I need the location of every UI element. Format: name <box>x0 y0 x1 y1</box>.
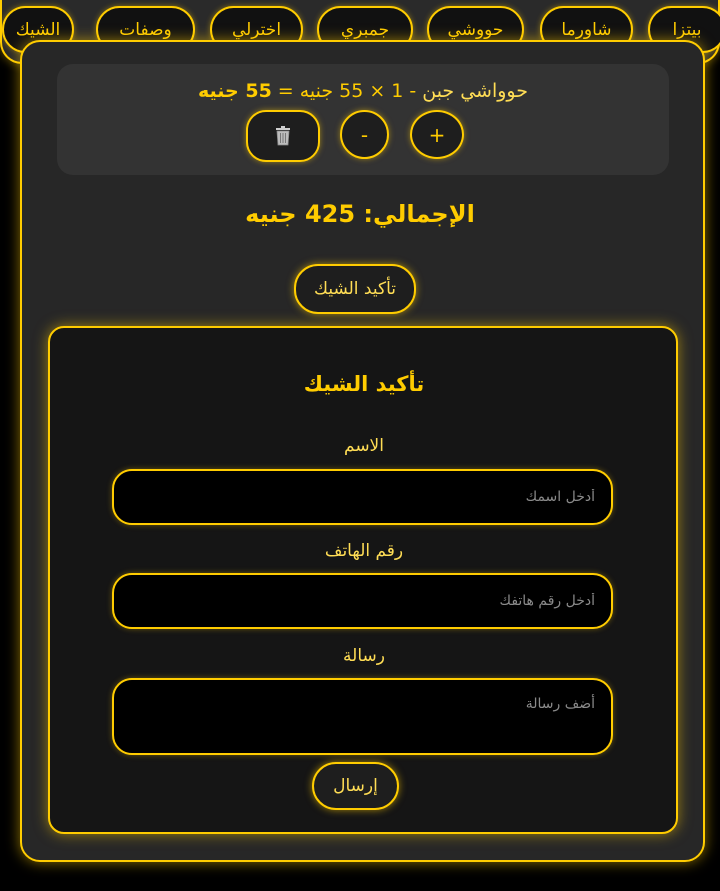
message-label: رسالة <box>343 646 385 666</box>
cart-item-equals: = <box>277 80 294 102</box>
cart-item-quantity: 1 <box>391 80 404 102</box>
cart-item-times: × <box>369 80 386 102</box>
cart-item-unit-price: 55 جنيه <box>299 80 364 102</box>
name-input[interactable] <box>112 469 613 525</box>
confirm-check-button[interactable]: تأكيد الشيك <box>294 264 416 314</box>
cart-item-name: حوواشي جبن <box>422 80 528 102</box>
send-button[interactable]: إرسال <box>312 762 399 810</box>
delete-item-button[interactable] <box>246 110 320 162</box>
name-label: الاسم <box>344 436 384 456</box>
cart-item-line: حوواشي جبن - 1 × 55 جنيه = 55 جنيه <box>57 80 669 102</box>
phone-input[interactable] <box>112 573 613 629</box>
phone-label: رقم الهاتف <box>324 541 404 561</box>
increase-quantity-button[interactable]: + <box>410 110 464 159</box>
message-textarea[interactable] <box>112 678 613 755</box>
page: الشيك وصفات اخترلي جمبري حووشي شاورما بي… <box>0 0 720 891</box>
decrease-quantity-button[interactable]: - <box>340 110 389 159</box>
cart-item-separator: - <box>409 80 417 102</box>
form-title: تأكيد الشيك <box>303 372 425 396</box>
cart-item-subtotal: 55 جنيه <box>198 80 272 102</box>
trash-icon <box>276 126 290 146</box>
order-total: الإجمالي: 425 جنيه <box>245 200 475 228</box>
cart-item: حوواشي جبن - 1 × 55 جنيه = 55 جنيه - + <box>57 64 669 175</box>
